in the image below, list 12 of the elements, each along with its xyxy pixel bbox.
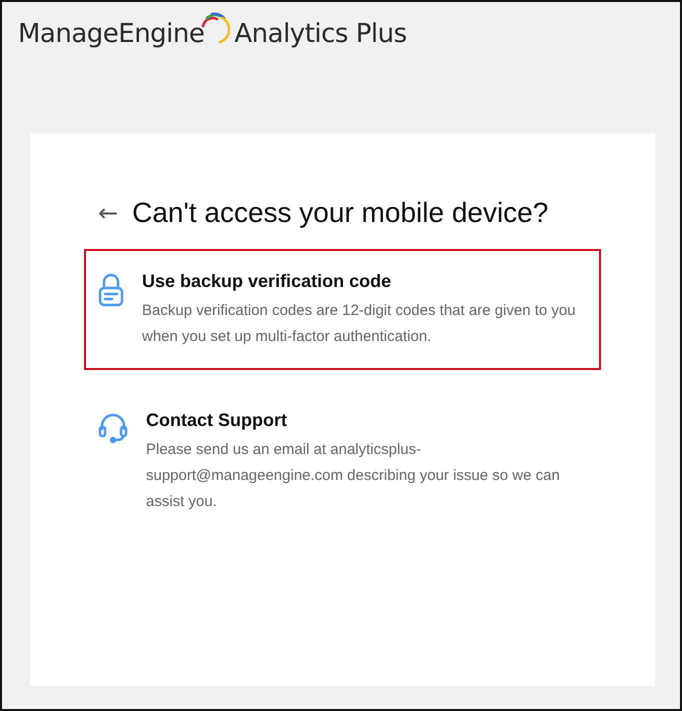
option-description: Please send us an email at analyticsplus-support@manageengine.com describing your issue so we can assist you. xyxy=(146,440,561,512)
lock-icon xyxy=(98,273,124,307)
option-title: Use backup verification code xyxy=(142,271,392,292)
option-title: Contact Support xyxy=(146,410,288,431)
page-title: Can't access your mobile device? xyxy=(132,197,548,229)
product-name: Analytics Plus xyxy=(234,18,407,50)
option-description: Backup verification codes are 12-digit codes that are given to you when you set up multi-factor authentication. xyxy=(142,301,577,347)
back-button[interactable]: ← xyxy=(98,199,118,227)
headset-icon xyxy=(98,412,128,444)
brand-name: ManageEngine xyxy=(18,18,204,50)
option-item[interactable]: Use backup verification code Backup verification codes are 12-digit codes that are given to you when you set up multi-factor authentication. xyxy=(84,249,601,370)
option-item[interactable]: Contact Support Please send us an email at analyticsplus-support@manageengine.com describing your issue so we can assist you. xyxy=(84,388,601,535)
